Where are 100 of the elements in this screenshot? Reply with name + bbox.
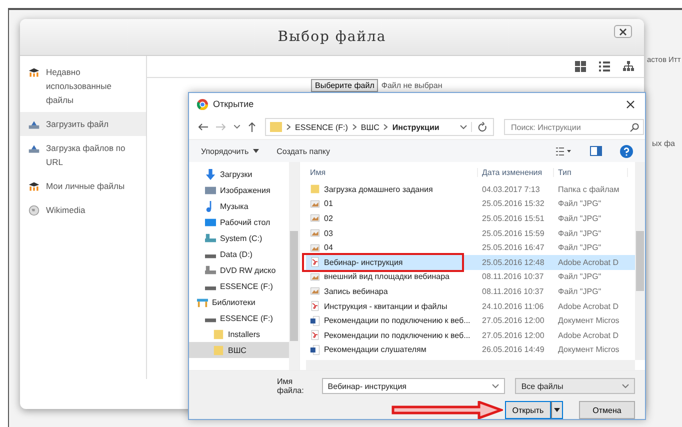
- tree-icon: [622, 61, 634, 72]
- file-date: 25.05.2016 16:47: [481, 243, 546, 252]
- navigation-item[interactable]: Библиотеки: [189, 294, 289, 310]
- word-file-icon: [310, 316, 320, 326]
- breadcrumb-item[interactable]: Инструкции: [392, 122, 440, 132]
- navigation-item[interactable]: ESSENCE (F:): [189, 278, 289, 294]
- file-name: Вебинар- инструкция: [324, 258, 403, 267]
- folder-icon: [310, 184, 320, 194]
- column-header[interactable]: Имя: [306, 168, 478, 176]
- search-field[interactable]: Поиск: Инструкции: [504, 119, 644, 135]
- new-folder-button[interactable]: Создать папку: [272, 144, 334, 158]
- image-file-icon: [310, 198, 320, 209]
- file-date: 08.11.2016 10:37: [481, 272, 545, 282]
- file-type: Adobe Acrobat D: [557, 258, 620, 267]
- file-date: 08.11.2016 10:37: [481, 286, 545, 296]
- file-date: 25.05.2016 15:59: [481, 228, 546, 238]
- navigation-item[interactable]: Музыка: [189, 198, 289, 214]
- repository-item[interactable]: Недавно использованные файлы: [20, 60, 146, 112]
- file-date: 27.05.2016 12:00: [481, 330, 546, 340]
- navigation-item[interactable]: Загрузки: [189, 166, 289, 182]
- folder-icon: [270, 122, 282, 132]
- file-type: Файл "JPG": [557, 199, 602, 208]
- file-type: Документ Micros: [557, 316, 620, 326]
- close-button[interactable]: [614, 25, 632, 38]
- dropdown-icon: [622, 384, 629, 388]
- repository-item[interactable]: Wikimedia: [20, 198, 146, 222]
- navigation-item[interactable]: ВШС: [189, 342, 289, 358]
- navigation-item[interactable]: Рабочий стол: [189, 214, 289, 230]
- view-list-icon: [556, 146, 572, 156]
- chevron-icon: [383, 124, 388, 130]
- close-button[interactable]: [624, 98, 637, 110]
- column-header[interactable]: Дата изменения: [478, 168, 554, 176]
- file-name: 04: [324, 243, 333, 252]
- dropdown-icon: [460, 124, 467, 130]
- navigation-item[interactable]: Изображения: [189, 182, 289, 198]
- file-name: 02: [324, 214, 333, 223]
- repository-item[interactable]: Загрузить файл: [20, 112, 146, 136]
- file-type: Файл "JPG": [557, 243, 602, 252]
- file-status-text: Файл не выбран: [381, 81, 442, 90]
- file-type-dropdown[interactable]: Все файлы: [515, 378, 635, 394]
- image-file-icon: [310, 286, 320, 296]
- moodle-hat-icon: [28, 181, 40, 192]
- word-file-icon: [310, 344, 320, 355]
- file-name-label: Имя файла:: [277, 377, 305, 395]
- library-icon: [197, 296, 208, 308]
- file-name: Инструкция - квитанции и файлы: [324, 302, 448, 311]
- download-arrow-icon: [205, 168, 216, 180]
- file-name: Рекомендации слушателям: [324, 345, 426, 354]
- image-file-icon: [310, 272, 320, 282]
- file-name: Запись вебинара: [324, 286, 388, 296]
- close-icon: [626, 100, 635, 108]
- choose-file-button[interactable]: Выберите файл: [311, 79, 378, 92]
- file-date: 24.10.2016 11:06: [481, 302, 545, 311]
- file-type: Файл "JPG": [557, 286, 602, 296]
- file-name: Рекомендации по подключению к веб...: [324, 330, 470, 340]
- cancel-button[interactable]: Отмена: [579, 401, 635, 419]
- image-file-icon: [310, 213, 320, 224]
- repository-item[interactable]: Загрузка файлов по URL: [20, 136, 146, 174]
- upload-icon: [28, 143, 40, 154]
- scrollbar[interactable]: [635, 162, 645, 360]
- file-name-field[interactable]: Вебинар- инструкция: [322, 378, 506, 394]
- file-type: Файл "JPG": [557, 272, 602, 282]
- file-name: Рекомендации по подключению к веб...: [324, 316, 470, 326]
- navigation-item[interactable]: System (C:): [189, 230, 289, 246]
- file-type: Adobe Acrobat D: [557, 302, 620, 311]
- image-file-icon: [310, 242, 320, 253]
- pdf-file-icon: [310, 330, 320, 340]
- address-bar[interactable]: ESSENCE (F:) ВШС Инструкции: [265, 118, 494, 136]
- file-type: Adobe Acrobat D: [557, 330, 620, 340]
- globe-icon: [28, 205, 40, 216]
- organize-button[interactable]: Упорядочить: [197, 144, 263, 158]
- caret-icon: [234, 125, 240, 129]
- monitor-icon: [205, 216, 216, 228]
- moodle-hat-icon: [28, 67, 40, 78]
- refresh-icon[interactable]: [471, 122, 489, 132]
- file-date: 27.05.2016 12:00: [481, 316, 546, 326]
- close-icon: [619, 28, 627, 36]
- file-name: внешний вид площадки вебинара: [324, 272, 450, 282]
- repository-item[interactable]: Мои личные файлы: [20, 174, 146, 198]
- navigation-item[interactable]: Data (D:): [189, 246, 289, 262]
- column-header[interactable]: Тип: [554, 168, 628, 176]
- navigation-item[interactable]: ESSENCE (F:): [189, 310, 289, 326]
- file-type: Папка с файлам: [557, 184, 620, 194]
- folder-icon: [213, 344, 224, 356]
- file-type: Документ Micros: [557, 345, 620, 354]
- caret-icon: [252, 149, 259, 153]
- pdf-file-icon: [310, 257, 320, 268]
- breadcrumb-item[interactable]: ВШС: [360, 122, 380, 132]
- navigation-item[interactable]: DVD RW диско: [189, 262, 289, 278]
- navigation-item[interactable]: Installers: [189, 326, 289, 342]
- scrollbar[interactable]: [289, 162, 299, 370]
- file-name: Загрузка домашнего задания: [324, 184, 433, 194]
- open-button[interactable]: Открыть: [505, 401, 551, 419]
- browser-logo-icon: [197, 98, 208, 110]
- chevron-icon: [352, 124, 357, 130]
- recent-locations-button[interactable]: [231, 123, 243, 131]
- upload-icon: [28, 119, 40, 130]
- breadcrumb-item[interactable]: ESSENCE (F:): [295, 122, 348, 132]
- file-date: 25.05.2016 12:48: [481, 258, 546, 267]
- open-options-button[interactable]: [551, 401, 563, 419]
